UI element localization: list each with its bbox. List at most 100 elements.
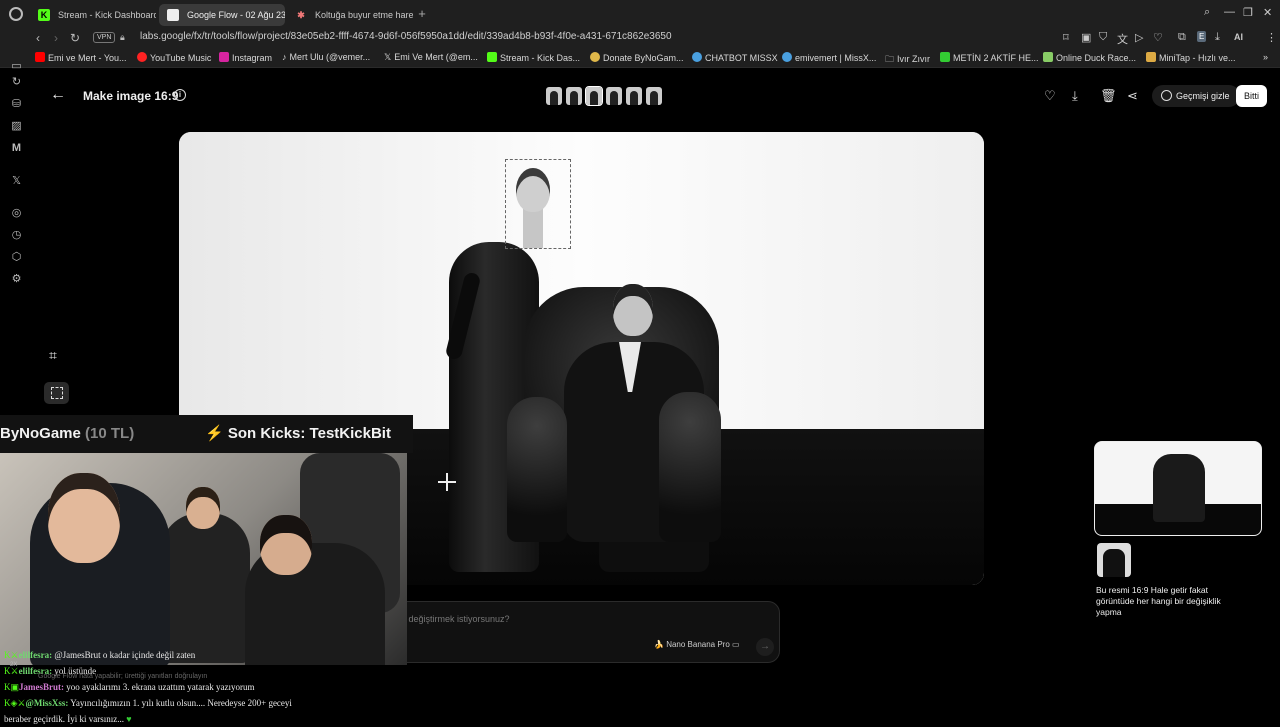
hide-history-button[interactable]: Geçmişi gizle	[1152, 85, 1240, 107]
chat-message: K▣JamesBrut: yoo ayaklarımı 3. ekrana uz…	[4, 682, 255, 692]
settings-ring-icon[interactable]: ◎	[10, 207, 23, 220]
bookmarks-bar: Emi ve Mert - You... YouTube Music Insta…	[0, 48, 1280, 68]
chat-message: K⚔elilfesra: @JamesBrut o kadar içinde d…	[4, 650, 196, 660]
shield-icon[interactable]: ⛉	[1099, 31, 1107, 44]
download-image-icon[interactable]: ⤓	[1072, 88, 1078, 104]
favorite-heart-icon[interactable]: ♡	[1044, 88, 1056, 104]
search-tabs-icon[interactable]: ⌕	[1204, 6, 1210, 19]
aria-icon[interactable]: ↻	[10, 76, 23, 89]
heart-icon[interactable]: ♡	[1153, 31, 1163, 44]
history-clock-icon	[1161, 90, 1172, 101]
variant-thumbnail[interactable]	[606, 87, 622, 105]
variant-thumbnail-selected[interactable]	[585, 86, 603, 106]
instagram-icon	[219, 52, 229, 62]
x-sidebar-icon[interactable]: 𝕏	[10, 175, 23, 188]
donation-banner: ByNoGame (10 TL) ⚡ Son Kicks: TestKickBi…	[0, 415, 413, 453]
kick-icon: K	[38, 9, 50, 21]
bookmark-item[interactable]: Instagram	[219, 52, 272, 63]
history-icon[interactable]: ◷	[10, 229, 23, 242]
browser-tab-bar: K Stream - Kick Dashboard Google Flow - …	[0, 0, 1280, 28]
bookmark-item[interactable]: CHATBOT MISSX	[692, 52, 778, 63]
kick-badge-icon: K▣	[4, 682, 20, 692]
close-window-icon[interactable]: ✕	[1263, 6, 1272, 19]
person-left-head	[48, 473, 120, 563]
variant-thumbnail[interactable]	[646, 87, 662, 105]
bookmark-item[interactable]: Online Duck Race...	[1043, 52, 1136, 63]
workspaces-icon[interactable]: ▭	[10, 60, 23, 73]
profile-icon[interactable]: E	[1197, 31, 1207, 42]
photo-chair-arm-right	[659, 392, 721, 542]
snapshot-icon[interactable]: ▣	[1081, 31, 1091, 44]
settings-icon[interactable]: ⚙	[10, 273, 23, 286]
lock-icon[interactable]: 🔒︎	[120, 32, 125, 43]
tiktok-icon: ♪	[282, 52, 287, 62]
kick-icon	[487, 52, 497, 62]
bookmark-folder[interactable]: 🗀 Ivır Zıvır	[885, 52, 930, 68]
model-selector[interactable]: 🍌 Nano Banana Pro ▭	[654, 640, 740, 649]
pinboard-icon[interactable]: ▨	[10, 120, 23, 133]
bookmark-item[interactable]: ♪ Mert Ulu (@vemer...	[282, 52, 370, 62]
minimize-icon[interactable]: —	[1224, 6, 1235, 18]
crop-icon[interactable]: ⌗	[49, 348, 64, 363]
translate-icon[interactable]: 文	[1117, 31, 1128, 47]
chatbot-icon	[692, 52, 702, 62]
variant-thumbnail[interactable]	[566, 87, 582, 105]
info-icon[interactable]: i	[174, 89, 186, 101]
prompt-box[interactable]: i değiştirmek istiyorsunuz? + 🍌 Nano Ban…	[383, 601, 780, 663]
tab-koltuga[interactable]: ✱ Koltuğa buyur etme hareke	[287, 4, 413, 26]
forward-nav-icon[interactable]: ›	[54, 31, 58, 45]
bookmark-item[interactable]: Stream - Kick Das...	[487, 52, 580, 63]
share-icon[interactable]: ⋖	[1127, 88, 1138, 104]
back-nav-icon[interactable]: ‹	[36, 31, 40, 45]
tab-google-flow[interactable]: Google Flow - 02 Ağu 23:	[159, 4, 285, 26]
play-icon[interactable]: ▷	[1135, 31, 1143, 44]
youtube-music-icon	[137, 52, 147, 62]
history-caption: Bu resmi 16:9 Hale getir fakat görüntüde…	[1096, 585, 1221, 617]
prompt-input[interactable]: i değiştirmek istiyorsunuz?	[404, 614, 510, 624]
send-arrow-icon[interactable]: →	[756, 638, 774, 656]
opera-logo-icon[interactable]	[9, 7, 23, 21]
page-title: Make image 16:9	[83, 89, 179, 103]
done-button[interactable]: Bitti	[1236, 85, 1268, 107]
ai-button[interactable]: AI	[1234, 32, 1243, 42]
bookmark-page-icon[interactable]: ⌑	[1063, 31, 1069, 44]
person-right-head	[260, 515, 312, 575]
bookmark-item[interactable]: Emi ve Mert - You...	[35, 52, 127, 63]
bookmarks-overflow-icon[interactable]: »	[1263, 52, 1268, 62]
url-field[interactable]: labs.google/fx/tr/tools/flow/project/83e…	[140, 31, 672, 42]
extensions-icon[interactable]: ⧉	[1178, 31, 1186, 44]
bookmark-item[interactable]: emivemert | MissX...	[782, 52, 876, 63]
back-arrow-icon[interactable]: ←	[50, 86, 66, 104]
vpn-badge[interactable]: VPN	[93, 32, 116, 43]
variant-thumbnail[interactable]	[546, 87, 562, 105]
photo-man-head	[613, 284, 653, 336]
webcam-feed	[0, 453, 407, 665]
history-image-card[interactable]	[1094, 441, 1262, 536]
bookmark-item[interactable]: YouTube Music	[137, 52, 211, 63]
bookmark-item[interactable]: MiniTap - Hızlı ve...	[1146, 52, 1236, 63]
reload-icon[interactable]: ↻	[70, 31, 80, 45]
download-icon[interactable]: ⤓	[1215, 31, 1220, 44]
menu-icon[interactable]: ⋮	[1266, 31, 1277, 44]
history-reference-thumbnail[interactable]	[1097, 543, 1131, 577]
select-region-icon[interactable]	[44, 382, 69, 404]
duck-race-icon	[1043, 52, 1053, 62]
kicks-label: ⚡ Son Kicks: TestKickBit	[205, 425, 391, 442]
delete-trash-icon[interactable]: 🗑︎	[1100, 88, 1117, 104]
restore-icon[interactable]: ❐	[1243, 6, 1253, 19]
donor-amount: (10 TL)	[85, 425, 135, 442]
history-image-figures	[1153, 454, 1205, 522]
variant-thumbnail[interactable]	[626, 87, 642, 105]
new-tab-button[interactable]: +	[415, 7, 429, 21]
messenger-icon[interactable]: M	[10, 142, 23, 155]
tab-kick-dashboard[interactable]: K Stream - Kick Dashboard	[30, 4, 156, 26]
address-bar: ‹ › ↻ VPN 🔒︎ labs.google/fx/tr/tools/flo…	[0, 28, 1280, 48]
bookmark-item[interactable]: Donate ByNoGam...	[590, 52, 684, 63]
kick-badge-icon: K◈⚔	[4, 698, 26, 708]
crypto-wallet-icon[interactable]: ⛁	[10, 98, 23, 111]
extensions-sidebar-icon[interactable]: ⬡	[10, 251, 23, 264]
green-heart-icon: ♥	[126, 714, 132, 724]
bookmark-item[interactable]: 𝕏 Emi Ve Mert (@em...	[384, 52, 478, 63]
bookmark-item[interactable]: METİN 2 AKTİF HE...	[940, 52, 1039, 63]
selection-box[interactable]	[505, 159, 571, 249]
